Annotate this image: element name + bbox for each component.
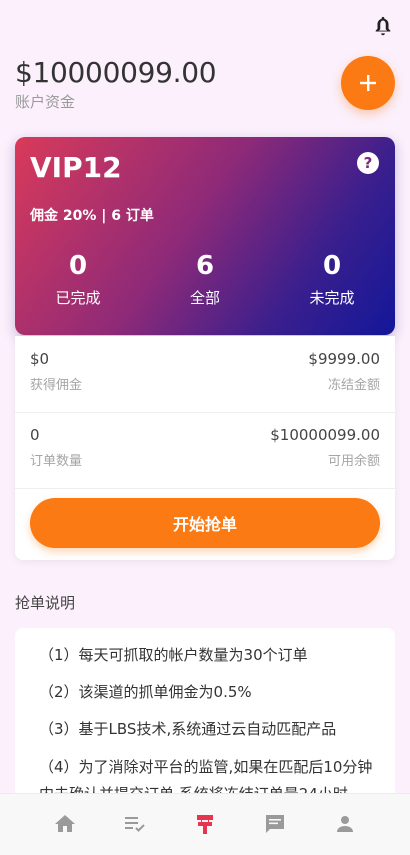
stat-uncompleted-value: 0 [322,251,342,281]
order-count-value: 0 [30,426,40,444]
stat-uncompleted[interactable]: 0 未完成 [277,251,387,308]
available-balance-value: $10000099.00 [270,426,380,444]
start-grab-order-button[interactable]: 开始抢单 [30,498,380,548]
stat-completed-value: 0 [68,251,88,281]
stat-uncompleted-label: 未完成 [309,289,355,307]
vip-level: VIP12 [30,151,122,184]
add-button[interactable] [341,56,395,110]
list-check-icon[interactable] [123,812,147,836]
earned-commission-label: 获得佣金 [30,378,83,393]
stat-all-label: 全部 [189,289,220,307]
top-bar [0,0,410,50]
rule-item: （1）每天可抓取的帐户数量为30个订单 [39,646,308,664]
earned-commission-value: $0 [30,350,50,368]
account-balance: $10000099.00 [15,56,217,89]
stat-all[interactable]: 6 全部 [150,251,260,308]
grab-order-icon[interactable] [193,812,217,836]
stat-completed[interactable]: 0 已完成 [23,251,133,308]
stat-all-value: 6 [195,251,215,281]
rule-item: （3）基于LBS技术,系统通过云自动匹配产品 [39,720,337,738]
vip-card: VIP12 ? 佣金 20% | 6 订单 0 已完成 6 全部 0 未完成 [15,137,395,335]
info-row-commission: $0 获得佣金 $9999.00 冻结金额 [15,336,395,413]
info-row-orders: 0 订单数量 $10000099.00 可用余额 [15,412,395,489]
commission-info: 佣金 20% | 6 订单 [30,208,154,224]
frozen-amount-value: $9999.00 [308,350,380,368]
order-count-label: 订单数量 [30,454,83,469]
help-icon[interactable]: ? [357,152,379,174]
account-panel: $0 获得佣金 $9999.00 冻结金额 0 订单数量 $10000099.0… [15,336,395,560]
rules-title: 抢单说明 [15,594,76,612]
message-icon[interactable] [263,812,287,836]
account-balance-label: 账户资金 [15,93,76,111]
home-icon[interactable] [53,812,77,836]
stat-completed-label: 已完成 [55,289,101,307]
rule-item: （2）该渠道的抓单佣金为0.5% [39,683,252,701]
user-icon[interactable] [333,812,357,836]
frozen-amount-label: 冻结金额 [327,378,380,393]
available-balance-label: 可用余额 [327,454,380,469]
plus-icon [360,75,376,91]
bell-icon[interactable] [372,14,394,38]
bottom-tab-bar [0,793,410,855]
